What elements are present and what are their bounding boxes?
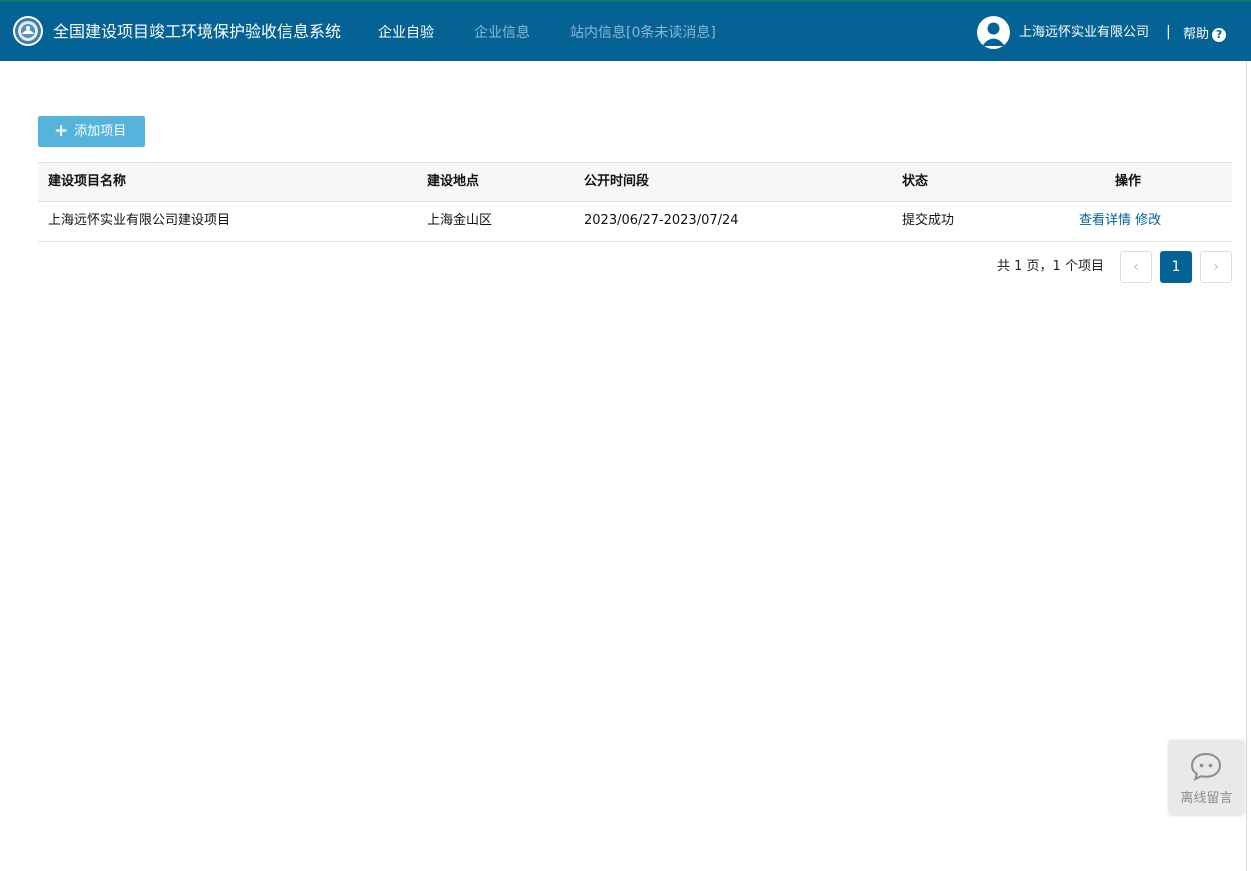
help-label: 帮助 <box>1183 27 1210 42</box>
col-header-public-period: 公开时间段 <box>584 174 650 189</box>
nav-tab-self-inspection[interactable]: 企业自验 <box>378 24 434 42</box>
next-page-button[interactable]: › <box>1200 251 1232 283</box>
help-link[interactable]: 帮助? <box>1183 26 1227 43</box>
chevron-left-icon: ‹ <box>1133 259 1139 275</box>
page-1-button[interactable]: 1 <box>1160 251 1192 283</box>
app-title: 全国建设项目竣工环境保护验收信息系统 <box>53 22 342 41</box>
chat-bubble-icon <box>1190 752 1222 781</box>
projects-table: 建设项目名称 建设地点 公开时间段 状态 操作 上海远怀实业有限公司建设项目 上… <box>38 162 1232 242</box>
view-details-link[interactable]: 查看详情 <box>1079 213 1131 228</box>
nav-tab-company-info[interactable]: 企业信息 <box>474 24 530 42</box>
add-project-label: 添加项目 <box>74 124 127 139</box>
emblem-icon[interactable] <box>12 15 44 47</box>
offline-message-label: 离线留言 <box>1180 791 1233 806</box>
header-separator: | <box>1166 24 1171 40</box>
nav-tab-site-messages[interactable]: 站内信息[0条未读消息] <box>570 24 716 42</box>
cell-public-period: 2023/06/27-2023/07/24 <box>584 213 739 228</box>
plus-icon: + <box>54 121 69 141</box>
table-header-row: 建设项目名称 建设地点 公开时间段 状态 操作 <box>38 162 1232 202</box>
window-edge-strip <box>1246 61 1251 871</box>
pagination-summary: 共 1 页，1 个项目 <box>997 259 1104 274</box>
company-name[interactable]: 上海远怀实业有限公司 <box>1019 24 1149 42</box>
cell-actions: 查看详情 修改 <box>1079 202 1179 240</box>
user-avatar-icon[interactable] <box>977 16 1010 49</box>
col-header-actions: 操作 <box>1114 174 1141 189</box>
prev-page-button[interactable]: ‹ <box>1120 251 1152 283</box>
question-circle-icon: ? <box>1212 28 1227 42</box>
cell-location: 上海金山区 <box>427 213 493 228</box>
offline-message-widget[interactable]: 离线留言 <box>1169 740 1244 814</box>
edit-link[interactable]: 修改 <box>1135 213 1161 228</box>
add-project-button[interactable]: + 添加项目 <box>38 116 145 147</box>
top-navbar: 全国建设项目竣工环境保护验收信息系统 企业自验 企业信息 站内信息[0条未读消息… <box>0 0 1251 61</box>
col-header-status: 状态 <box>902 174 929 189</box>
cell-status: 提交成功 <box>902 213 955 228</box>
table-row: 上海远怀实业有限公司建设项目 上海金山区 2023/06/27-2023/07/… <box>38 202 1232 242</box>
col-header-project-name: 建设项目名称 <box>48 174 127 189</box>
col-header-location: 建设地点 <box>427 174 480 189</box>
chevron-right-icon: › <box>1213 259 1219 275</box>
cell-project-name: 上海远怀实业有限公司建设项目 <box>48 213 231 228</box>
